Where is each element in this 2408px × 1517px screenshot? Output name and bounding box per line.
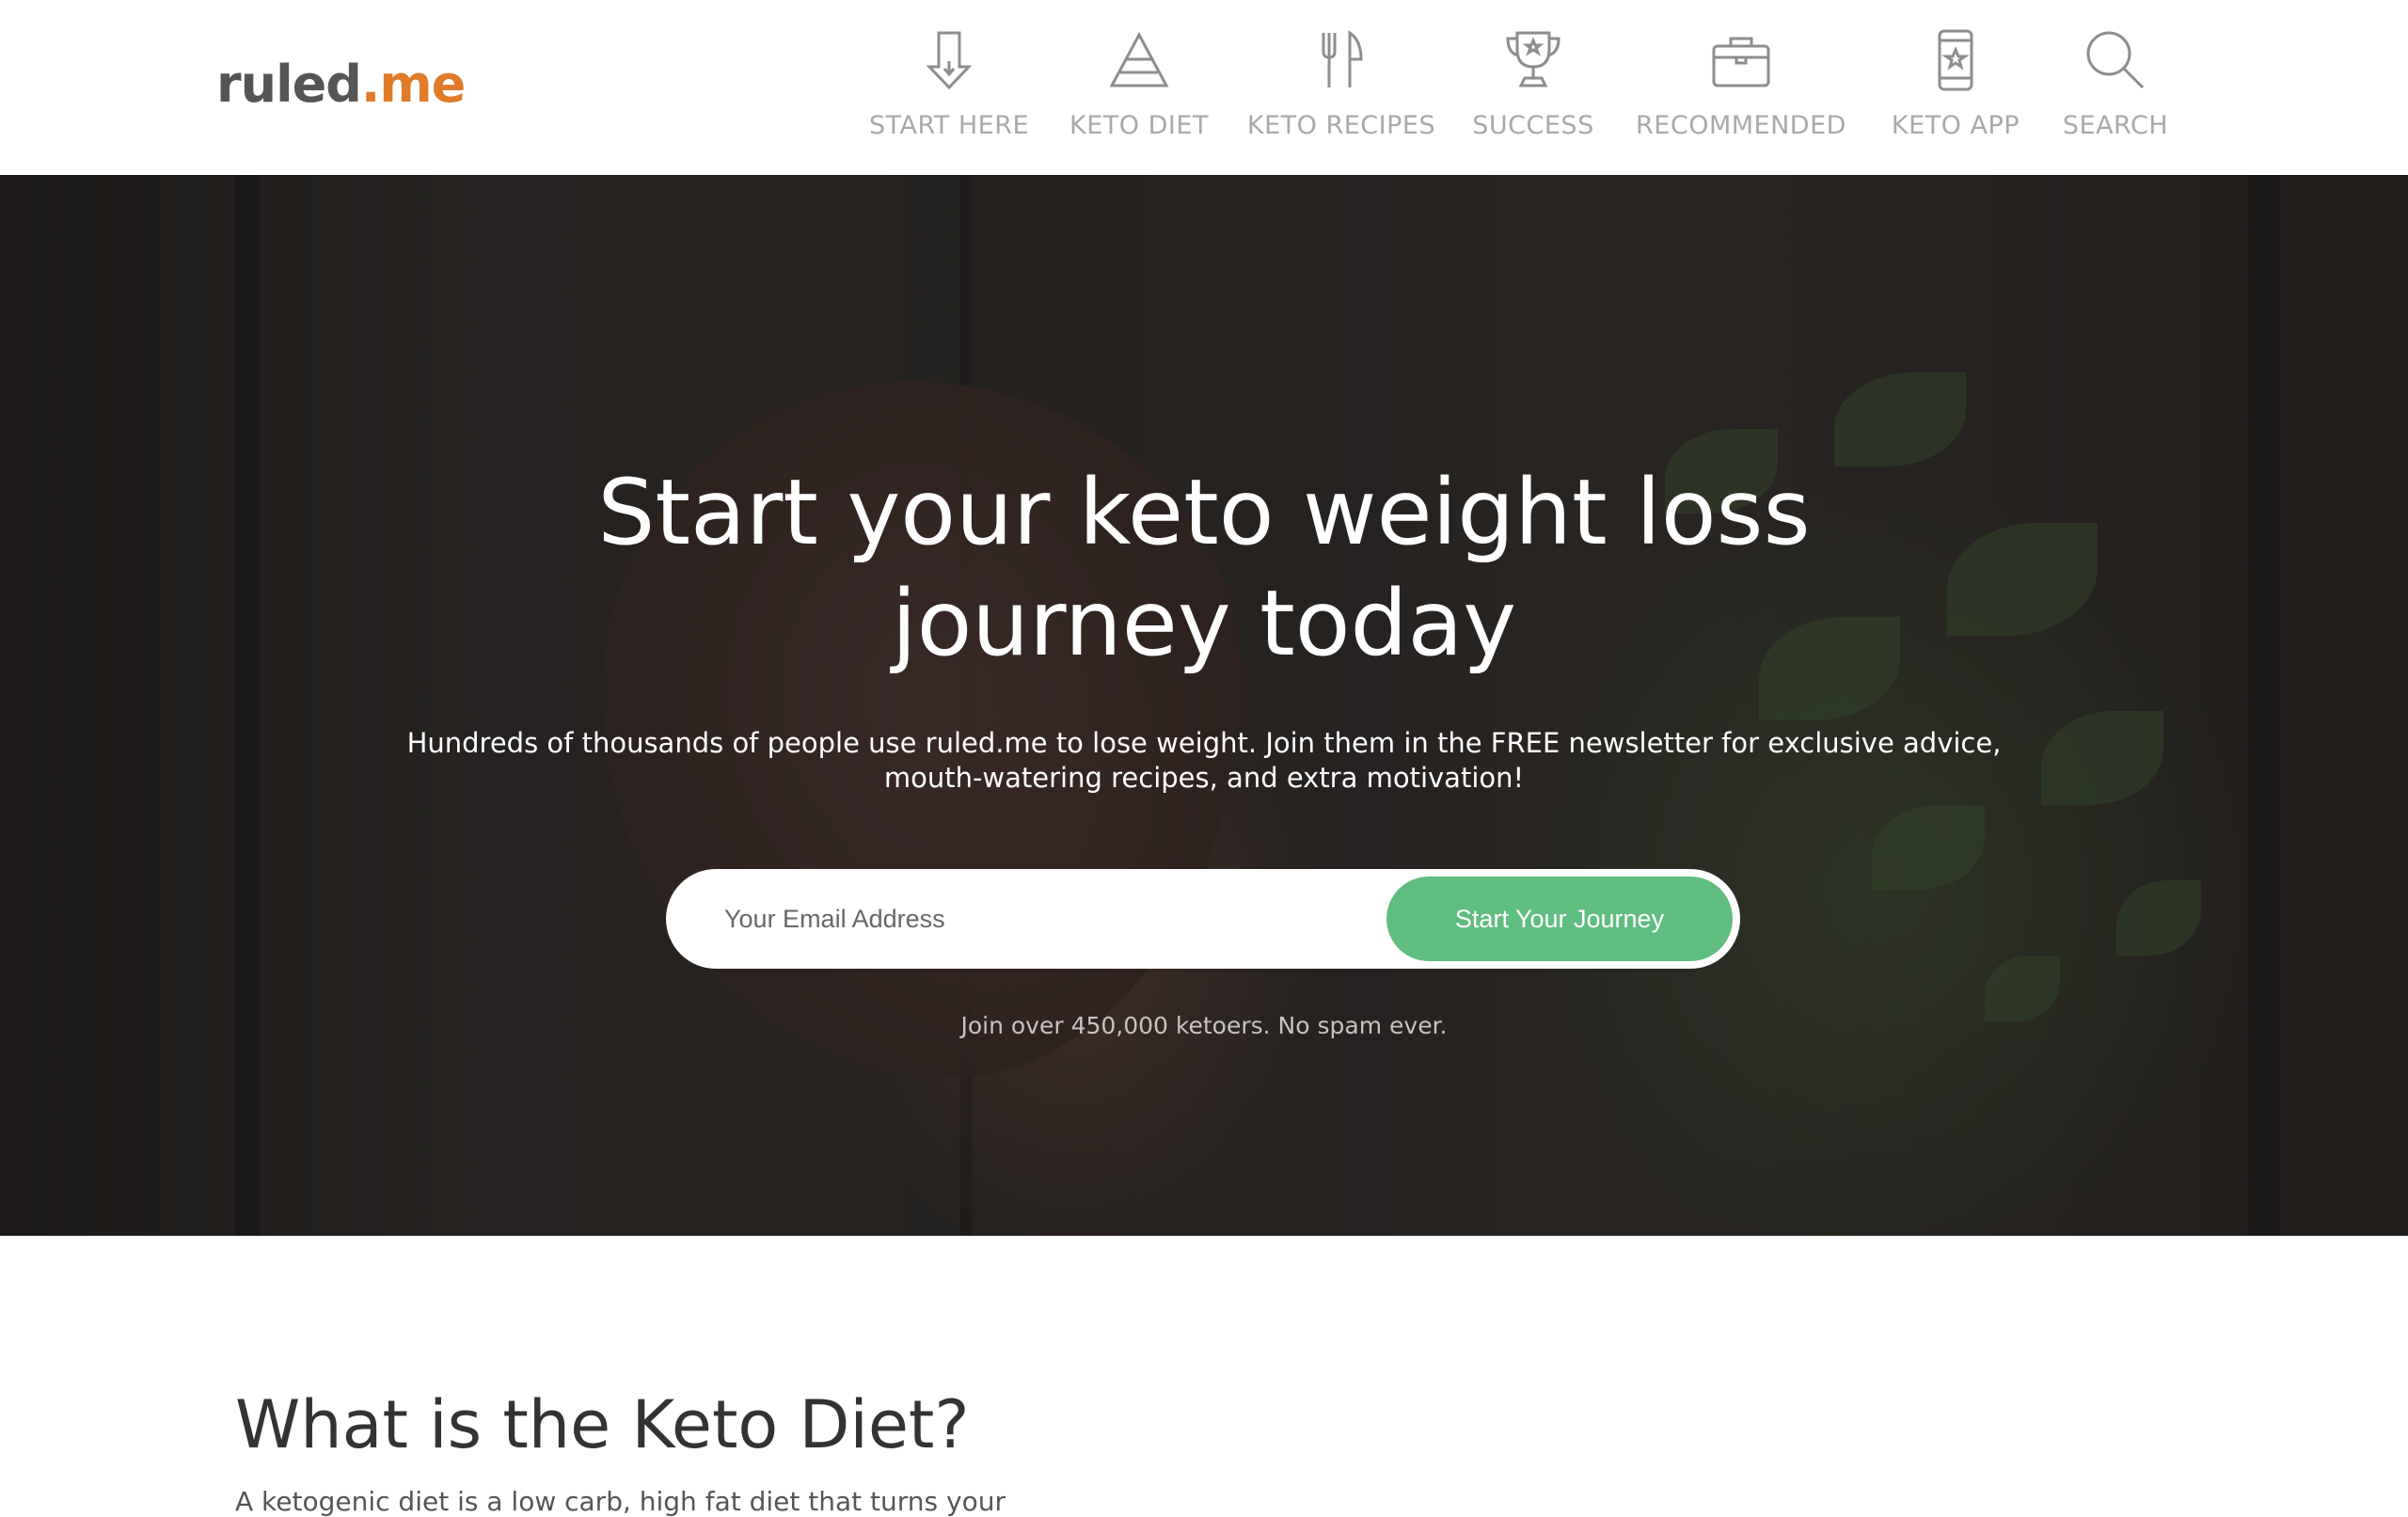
nav-label: KETO RECIPES [1246,111,1436,140]
hero-section: Start your keto weight loss journey toda… [0,175,2408,1236]
nav-success[interactable]: SUCCESS [1471,0,1595,175]
fork-knife-icon [1306,24,1377,96]
nav-label: START HERE [868,111,1030,140]
nav-label: SUCCESS [1472,111,1594,140]
nav-keto-diet[interactable]: KETO DIET [1067,0,1212,175]
nav-keto-app[interactable]: KETO APP [1887,0,2024,175]
hero-title-line-1: Start your keto weight loss [597,460,1811,565]
hero-subtitle-line-1: Hundreds of thousands of people use rule… [406,727,2002,759]
nav-label: KETO DIET [1069,111,1209,140]
nav-label: RECOMMENDED [1636,111,1846,140]
nav-label: SEARCH [2062,111,2169,140]
section-text: A ketogenic diet is a low carb, high fat… [235,1486,1006,1517]
nav-search[interactable]: SEARCH [2062,0,2169,175]
hero-title-line-2: journey today [891,571,1517,676]
hero-title: Start your keto weight loss journey toda… [357,457,2051,679]
main-nav: START HERE KETO DIET KETO RECIPES SUCCES… [0,0,2408,175]
nav-label: KETO APP [1891,111,2020,140]
briefcase-icon [1705,24,1777,96]
phone-icon [1920,24,1991,96]
hero-subtitle-line-2: mouth-watering recipes, and extra motiva… [883,762,1525,794]
trophy-icon [1497,24,1569,96]
nav-recommended[interactable]: RECOMMENDED [1635,0,1847,175]
nav-start-here[interactable]: START HERE [868,0,1030,175]
signup-note: Join over 450,000 ketoers. No spam ever. [960,1012,1448,1039]
section-title: What is the Keto Diet? [235,1386,970,1463]
email-input[interactable] [694,878,1353,959]
hero-overlay [0,175,2408,1236]
search-icon [2080,24,2151,96]
newsletter-form: Start Your Journey [666,869,1740,969]
download-arrow-icon [913,24,985,96]
nav-keto-recipes[interactable]: KETO RECIPES [1247,0,1435,175]
start-journey-button[interactable]: Start Your Journey [1386,877,1733,961]
site-header: ruled.me START HERE KETO DIET KETO RECIP… [0,0,2408,175]
hero-subtitle: Hundreds of thousands of people use rule… [395,726,2013,796]
pyramid-icon [1103,24,1175,96]
